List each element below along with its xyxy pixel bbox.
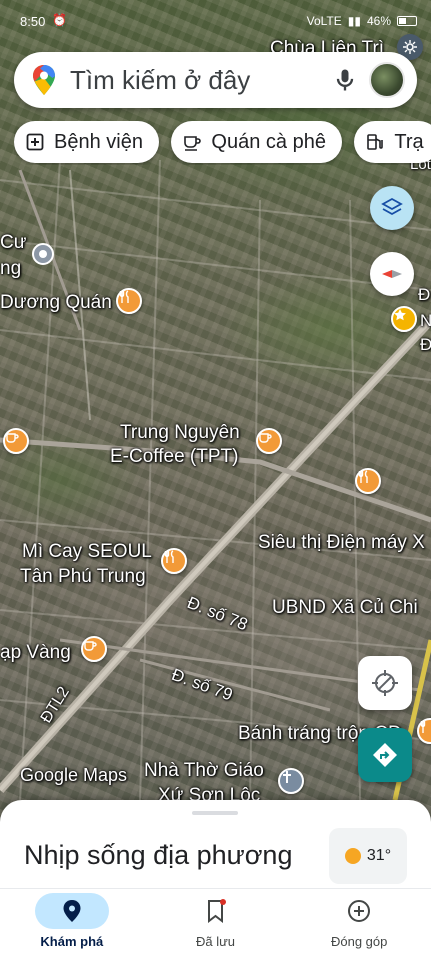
church-marker-icon[interactable] xyxy=(278,768,304,794)
compass-button[interactable] xyxy=(370,252,414,296)
nav-saved[interactable]: Đã lưu xyxy=(144,889,288,960)
status-time: 8:50 xyxy=(20,14,46,29)
star-marker-icon[interactable] xyxy=(391,306,417,332)
coffee-marker-icon[interactable] xyxy=(81,636,107,662)
place-label[interactable]: ng xyxy=(0,258,21,280)
place-label[interactable]: E-Coffee (TPT) xyxy=(110,446,238,468)
nav-label: Đã lưu xyxy=(195,934,236,949)
restaurant-marker-icon[interactable] xyxy=(355,468,381,494)
bookmark-icon xyxy=(207,899,226,923)
chip-coffee[interactable]: Quán cà phê xyxy=(171,121,342,163)
network-label: VoLTE xyxy=(306,14,342,28)
place-marker-icon[interactable] xyxy=(32,243,54,265)
place-label[interactable]: Đ xyxy=(420,334,431,356)
nav-contribute[interactable]: Đóng góp xyxy=(287,889,431,960)
signal-icon: ▮▮ xyxy=(347,14,361,28)
place-label[interactable]: Trung Nguyên xyxy=(120,422,240,444)
place-label[interactable]: Siêu thị Điện máy X xyxy=(258,532,425,554)
sheet-title: Nhịp sống địa phương xyxy=(24,840,293,870)
alarm-icon: ⏰ xyxy=(52,13,67,27)
google-maps-pin-icon xyxy=(33,65,55,95)
layers-icon xyxy=(381,197,403,216)
restaurant-marker-icon[interactable] xyxy=(161,548,187,574)
battery-percent: 46% xyxy=(366,14,391,28)
chip-label: Bệnh viện xyxy=(54,130,143,153)
place-label[interactable]: Cư xyxy=(0,232,26,254)
sheet-drag-handle[interactable] xyxy=(192,811,238,815)
microphone-icon[interactable] xyxy=(331,66,359,94)
location-crosshair-icon xyxy=(372,670,398,696)
place-label[interactable]: Mì Cay SEOUL xyxy=(22,541,152,563)
gas-station-icon xyxy=(367,134,384,150)
temperature: 31° xyxy=(366,847,392,864)
weather-badge[interactable]: 31° xyxy=(329,828,407,884)
nav-saved-pill xyxy=(179,893,253,929)
search-bar[interactable]: Tìm kiếm ở đây xyxy=(14,52,417,108)
place-label[interactable]: Dương Quán xyxy=(0,292,112,314)
layers-button[interactable] xyxy=(370,186,414,230)
chip-gas-station[interactable]: Trạ xyxy=(354,121,431,163)
coffee-marker-icon[interactable] xyxy=(256,428,282,454)
category-chips: Bệnh viện Quán cà phê Trạ xyxy=(14,121,431,165)
directions-button[interactable] xyxy=(358,728,412,782)
avatar[interactable] xyxy=(369,62,405,98)
bottom-sheet[interactable]: Nhịp sống địa phương 31° xyxy=(0,800,431,890)
nav-explore-pill xyxy=(34,893,109,929)
place-label[interactable]: ạp Vàng xyxy=(0,642,71,664)
battery-icon xyxy=(397,16,417,26)
nav-label: Đóng góp xyxy=(330,934,388,949)
place-label[interactable]: Tân Phú Trung xyxy=(20,566,146,588)
battery-level xyxy=(399,18,406,24)
status-bar: 8:50 ⏰ VoLTE ▮▮ 46% xyxy=(0,0,431,42)
directions-icon xyxy=(373,743,397,767)
google-maps-logo: Google Maps xyxy=(20,765,128,785)
nav-contribute-pill xyxy=(322,893,396,929)
coffee-icon xyxy=(184,136,202,151)
chip-hospital[interactable]: Bệnh viện xyxy=(14,121,159,163)
explore-pin-icon xyxy=(63,900,81,922)
nav-explore[interactable]: Khám phá xyxy=(0,889,144,960)
compass-icon xyxy=(382,270,402,278)
search-input[interactable]: Tìm kiếm ở đây xyxy=(70,65,331,96)
place-label[interactable]: Đ xyxy=(418,284,430,306)
place-label[interactable]: N xyxy=(420,310,431,332)
restaurant-marker-icon[interactable] xyxy=(116,288,142,314)
place-label[interactable]: Nhà Thờ Giáo xyxy=(144,760,264,782)
chip-label: Quán cà phê xyxy=(211,130,326,153)
hospital-icon xyxy=(26,133,44,151)
add-circle-icon xyxy=(348,900,371,922)
coffee-marker-icon[interactable] xyxy=(3,428,29,454)
sun-icon xyxy=(344,848,361,864)
my-location-button[interactable] xyxy=(358,656,412,710)
bottom-navigation: Khám phá Đã lưu Đóng góp xyxy=(0,888,431,960)
chip-label: Trạ xyxy=(394,130,424,153)
place-label[interactable]: UBND Xã Củ Chi xyxy=(272,597,418,619)
nav-label: Khám phá xyxy=(40,934,104,949)
